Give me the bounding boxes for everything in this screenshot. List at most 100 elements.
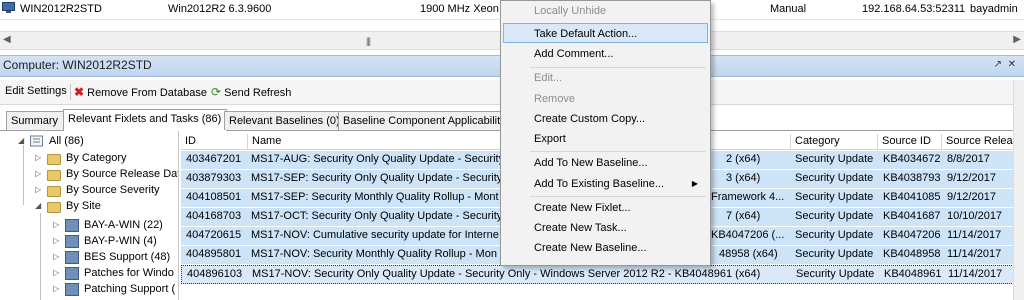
cell-id: 404720615 — [186, 229, 242, 241]
menu-item-label: Export — [534, 133, 566, 145]
menu-item-export[interactable]: Export — [503, 129, 708, 149]
send-refresh-button[interactable]: ⟳ Send Refresh — [211, 85, 291, 99]
expand-icon[interactable]: ▷ — [35, 153, 41, 162]
column-header-source-release[interactable]: Source Release — [942, 134, 1024, 149]
undock-icon[interactable]: ↗ — [994, 59, 1002, 70]
expand-icon[interactable]: ▷ — [53, 268, 59, 277]
cell-name: MS17-NOV: Security Only Quality Update -… — [252, 268, 761, 280]
tree-item-by-source-severity[interactable]: ▷ By Source Severity — [35, 183, 178, 199]
menu-item-create-new-task[interactable]: Create New Task... — [503, 218, 708, 238]
menu-item-add-to-existing-baseline[interactable]: Add To Existing Baseline... ▶ — [503, 174, 708, 194]
tree-item-label: BAY-P-WIN (4) — [84, 235, 157, 247]
tree-item-label: By Source Severity — [66, 184, 160, 196]
collapse-icon[interactable]: ◢ — [18, 136, 24, 145]
cell-source-release: 9/12/2017 — [947, 191, 996, 203]
menu-item-label: Create Custom Copy... — [534, 113, 646, 125]
menu-item-label: Create New Fixlet... — [534, 202, 631, 214]
menu-item-label: Create New Task... — [534, 222, 627, 234]
menu-item-label: Add Comment... — [534, 48, 614, 60]
tab-summary[interactable]: Summary — [6, 111, 68, 130]
menu-item-add-to-new-baseline[interactable]: Add To New Baseline... — [503, 153, 708, 173]
menu-item-remove[interactable]: Remove — [503, 89, 708, 109]
os-value: Win2012R2 6.3.9600 — [168, 3, 272, 15]
menu-item-label: Edit... — [534, 72, 563, 84]
menu-item-label: Add To New Baseline... — [534, 157, 648, 169]
tree-item-by-category[interactable]: ▷ By Category — [35, 151, 178, 167]
edit-settings-button[interactable]: Edit Settings — [5, 85, 67, 97]
cell-category: Security Update — [795, 210, 874, 222]
cell-id: 404895801 — [186, 248, 242, 260]
refresh-icon: ⟳ — [211, 85, 222, 99]
folder-icon — [47, 154, 61, 165]
menu-item-label: Locally Unhide — [534, 5, 607, 17]
folder-icon — [47, 186, 61, 197]
table-row-focused[interactable]: 404896103 MS17-NOV: Security Only Qualit… — [181, 265, 1024, 284]
tree-item-site[interactable]: ▷ Patching Support ( — [53, 282, 178, 298]
expand-icon[interactable]: ▷ — [53, 252, 59, 261]
menu-item-label: Take Default Action... — [534, 28, 638, 40]
site-icon — [65, 267, 79, 280]
menu-item-create-new-baseline[interactable]: Create New Baseline... — [503, 238, 708, 258]
delete-x-icon: ✖ — [74, 85, 85, 99]
close-icon[interactable]: ✕ — [1008, 59, 1016, 70]
menu-item-locally-unhide[interactable]: Locally Unhide — [503, 1, 708, 21]
menu-item-take-default-action[interactable]: Take Default Action... — [503, 23, 708, 43]
expand-icon[interactable]: ▷ — [53, 220, 59, 229]
cell-category: Security Update — [795, 248, 874, 260]
folder-icon — [47, 202, 61, 213]
tree-item-label: BAY-A-WIN (22) — [84, 219, 163, 231]
tree-item-label: By Site — [66, 200, 101, 212]
user-value: bayadmin — [970, 3, 1018, 15]
menu-item-create-new-fixlet[interactable]: Create New Fixlet... — [503, 198, 708, 218]
tree-guide-line — [23, 145, 24, 205]
tree-item-site[interactable]: ▷ Patches for Windo — [53, 266, 178, 282]
remove-from-database-button[interactable]: ✖ Remove From Database — [74, 85, 207, 99]
expand-icon[interactable]: ▷ — [53, 236, 59, 245]
cell-source-release: 11/14/2017 — [947, 229, 1002, 241]
lock-mode-value: Manual — [770, 3, 807, 15]
cell-name-tail: Framework 4... — [711, 191, 785, 203]
cell-category: Security Update — [795, 229, 874, 241]
cell-source-release: 11/14/2017 — [947, 248, 1002, 260]
tree-item-site[interactable]: ▷ BES Support (48) — [53, 250, 178, 266]
cell-source-id: KB4034672 — [883, 153, 941, 165]
menu-item-create-custom-copy[interactable]: Create Custom Copy... — [503, 109, 708, 129]
send-refresh-label: Send Refresh — [224, 87, 292, 99]
tree-item-label: All (86) — [49, 135, 84, 147]
tree-item-site[interactable]: ▷ BAY-P-WIN (4) — [53, 234, 178, 250]
cell-category: Security Update — [795, 153, 874, 165]
tab-relevant-fixlets[interactable]: Relevant Fixlets and Tasks (86) — [63, 109, 227, 131]
tree-item-label: By Category — [66, 152, 127, 164]
column-header-category[interactable]: Category — [791, 134, 878, 149]
scroll-right-icon[interactable]: ▶ — [1013, 34, 1021, 45]
column-header-source-id[interactable]: Source ID — [878, 134, 942, 149]
cell-source-id: KB4038793 — [883, 172, 941, 184]
tab-baseline-component-applicability[interactable]: Baseline Component Applicability — [338, 111, 508, 130]
scrollbar-grip-icon[interactable]: ||| — [366, 36, 371, 46]
cell-source-release: 8/8/2017 — [947, 153, 990, 165]
cell-source-id: KB4047206 — [883, 229, 941, 241]
menu-item-add-comment[interactable]: Add Comment... — [503, 44, 708, 64]
tree-item-by-site[interactable]: ◢ By Site — [35, 199, 178, 215]
menu-separator — [530, 196, 706, 197]
cell-source-id: KB4041085 — [883, 191, 941, 203]
expand-icon[interactable]: ▷ — [53, 284, 59, 293]
collapse-icon[interactable]: ◢ — [35, 201, 41, 210]
tab-relevant-baselines[interactable]: Relevant Baselines (0) — [224, 111, 342, 130]
scroll-left-icon[interactable]: ◀ — [3, 34, 11, 45]
address-value: 192.168.64.53:52311 — [862, 3, 966, 15]
folder-icon — [47, 170, 61, 181]
menu-item-label: Add To Existing Baseline... — [534, 178, 665, 190]
cell-category: Security Update — [795, 191, 874, 203]
menu-item-edit[interactable]: Edit... — [503, 68, 708, 88]
expand-icon[interactable]: ▷ — [35, 169, 41, 178]
expand-icon[interactable]: ▷ — [35, 185, 41, 194]
vertical-scrollbar[interactable] — [1013, 80, 1024, 300]
column-header-id[interactable]: ID — [181, 134, 248, 149]
menu-separator — [530, 151, 706, 152]
tree-item-by-source-release-date[interactable]: ▷ By Source Release Dat — [35, 167, 178, 183]
tree-item-all[interactable]: ◢ All (86) — [18, 134, 178, 150]
cell-name-tail: 2 (x64) — [726, 153, 761, 165]
tree-item-site[interactable]: ▷ BAY-A-WIN (22) — [53, 218, 178, 234]
cell-source-id: KB4048961 — [884, 268, 942, 280]
